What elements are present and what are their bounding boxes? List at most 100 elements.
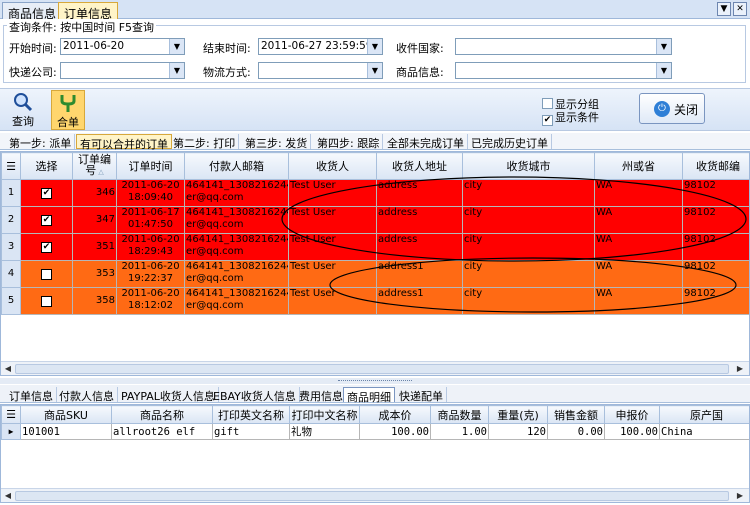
close-button[interactable]: ⏻ 关闭 xyxy=(639,93,705,124)
chevron-down-icon[interactable]: ▼ xyxy=(656,63,671,78)
grid-menu-icon[interactable]: ☰ xyxy=(6,160,16,173)
tab-paypal-recipient[interactable]: PAYPAL收货人信息 xyxy=(118,387,219,403)
table-row[interactable]: 5 358 2011-06-20 18:12:02 464141_13082162… xyxy=(1,287,749,315)
tab-step-track[interactable]: 第四步: 跟踪 xyxy=(314,134,384,150)
grid-menu-icon[interactable]: ☰ xyxy=(6,408,16,421)
end-time-picker[interactable]: 2011-06-27 23:59:59 ▼ xyxy=(258,38,383,55)
splitter-grip[interactable] xyxy=(338,380,412,382)
column-header-order-time[interactable]: 订单时间 xyxy=(116,152,185,180)
chevron-down-icon[interactable]: ▼ xyxy=(367,63,382,78)
tab-courier-match[interactable]: 快递配单 xyxy=(396,387,447,403)
column-header-print-en-name[interactable]: 打印英文名称 xyxy=(212,405,290,424)
column-header-quantity[interactable]: 商品数量 xyxy=(430,405,489,424)
city: city xyxy=(462,179,595,207)
show-condition-checkbox[interactable]: ✔ 显示条件 xyxy=(542,109,599,126)
tab-completed-history[interactable]: 已完成历史订单 xyxy=(468,134,552,150)
merge-button-label: 合单 xyxy=(57,116,79,129)
product-select[interactable]: ▼ xyxy=(455,62,672,79)
tab-step-ship[interactable]: 第三步: 发货 xyxy=(242,134,312,150)
column-header-product-name[interactable]: 商品名称 xyxy=(111,405,213,424)
order-id-header-label: 订单编号 xyxy=(78,153,111,177)
tab-step-print[interactable]: 第二步: 打印 xyxy=(170,134,240,150)
panel-splitter[interactable] xyxy=(0,378,750,384)
column-header-sku[interactable]: 商品SKU xyxy=(20,405,112,424)
table-row[interactable]: ▶ 101001 allroot26 elf gift 礼物 100.00 1.… xyxy=(1,423,749,440)
column-header-declared-price[interactable]: 申报价 xyxy=(604,405,660,424)
zip: 98102 xyxy=(682,287,749,315)
start-time-value: 2011-06-20 xyxy=(63,40,125,52)
logistics-select[interactable]: ▼ xyxy=(258,62,383,79)
tab-ebay-recipient[interactable]: EBAY收货人信息 xyxy=(210,387,300,403)
orders-horizontal-scrollbar[interactable]: ◀ ▶ xyxy=(1,361,749,375)
tab-unfinished-orders[interactable]: 全部未完成订单 xyxy=(384,134,468,150)
scroll-right-icon[interactable]: ▶ xyxy=(735,364,745,374)
chevron-down-icon[interactable]: ▼ xyxy=(169,39,184,54)
tab-order-info[interactable]: 订单信息 xyxy=(6,387,57,403)
query-conditions-legend: 查询条件: 按中国时间 F5查询 xyxy=(7,19,157,35)
column-header-recipient[interactable]: 收货人 xyxy=(288,152,377,180)
column-header-order-id[interactable]: 订单编号 △ xyxy=(72,152,117,180)
window-menu-button[interactable]: ▼ xyxy=(717,2,731,16)
items-horizontal-scrollbar[interactable]: ◀ ▶ xyxy=(1,488,749,502)
detail-tabs: 订单信息 付款人信息 PAYPAL收货人信息 EBAY收货人信息 费用信息 商品… xyxy=(0,385,750,404)
column-header-sales-amount[interactable]: 销售金额 xyxy=(547,405,605,424)
order-clock: 01:47:50 xyxy=(128,219,173,230)
scrollbar-thumb[interactable] xyxy=(15,364,729,374)
state: WA xyxy=(594,206,683,234)
select-checkbox[interactable]: ✔ xyxy=(20,233,73,261)
tab-mergeable-orders[interactable]: 有可以合并的订单 xyxy=(76,134,172,151)
tab-product-detail[interactable]: 商品明细 xyxy=(343,387,395,404)
tab-fee-info[interactable]: 费用信息 xyxy=(296,387,347,403)
email-line1: 464141_1308216244_p xyxy=(186,207,288,219)
chevron-down-icon[interactable]: ▼ xyxy=(367,39,382,54)
column-header-city[interactable]: 收货城市 xyxy=(462,152,595,180)
column-header-payer-email[interactable]: 付款人邮箱 xyxy=(184,152,289,180)
tab-payer-info[interactable]: 付款人信息 xyxy=(56,387,118,403)
column-header-select[interactable]: 选择 xyxy=(20,152,73,180)
order-time: 2011-06-20 18:29:43 xyxy=(116,233,185,261)
order-clock: 19:22:37 xyxy=(128,273,173,284)
column-header-origin-country[interactable]: 原产国 xyxy=(659,405,749,424)
query-button-label: 查询 xyxy=(12,115,34,128)
email-line1: 464141_1308216244_p xyxy=(186,180,288,192)
checkbox-unchecked-icon xyxy=(41,269,52,280)
query-button[interactable]: 查询 xyxy=(6,90,40,130)
column-header-recipient-address[interactable]: 收货人地址 xyxy=(376,152,463,180)
table-row[interactable]: 2 ✔ 347 2011-06-17 01:47:50 464141_130821… xyxy=(1,206,749,234)
column-header-state[interactable]: 州或省 xyxy=(594,152,683,180)
courier-select[interactable]: ▼ xyxy=(60,62,185,79)
checkbox-unchecked-icon xyxy=(41,296,52,307)
select-checkbox[interactable] xyxy=(20,260,73,288)
select-checkbox[interactable] xyxy=(20,287,73,315)
recipient-address: address xyxy=(376,233,463,261)
tab-step-dispatch[interactable]: 第一步: 派单 xyxy=(6,134,76,150)
column-header-print-cn-name[interactable]: 打印中文名称 xyxy=(289,405,360,424)
scrollbar-thumb[interactable] xyxy=(15,491,729,501)
merge-button[interactable]: 合单 xyxy=(51,90,85,130)
item-name: allroot26 elf xyxy=(111,423,213,440)
scroll-left-icon[interactable]: ◀ xyxy=(3,364,13,374)
chevron-down-icon[interactable]: ▼ xyxy=(169,63,184,78)
column-header-zip[interactable]: 收货邮编 xyxy=(682,152,749,180)
window-close-button[interactable]: ✕ xyxy=(733,2,747,16)
recipient-address: address1 xyxy=(376,287,463,315)
chevron-down-icon[interactable]: ▼ xyxy=(656,39,671,54)
column-header-cost[interactable]: 成本价 xyxy=(359,405,431,424)
column-header-weight[interactable]: 重量(克) xyxy=(488,405,548,424)
table-row[interactable]: 3 ✔ 351 2011-06-20 18:29:43 464141_130821… xyxy=(1,233,749,261)
start-time-picker[interactable]: 2011-06-20 ▼ xyxy=(60,38,185,55)
table-row[interactable]: 1 ✔ 346 2011-06-20 18:09:40 464141_130821… xyxy=(1,179,749,207)
end-time-value: 2011-06-27 23:59:59 xyxy=(261,40,373,52)
state: WA xyxy=(594,179,683,207)
logistics-label: 物流方式: xyxy=(203,66,251,79)
country-select[interactable]: ▼ xyxy=(455,38,672,55)
select-checkbox[interactable]: ✔ xyxy=(20,206,73,234)
tab-product-info[interactable]: 商品信息 xyxy=(2,2,63,21)
scroll-right-icon[interactable]: ▶ xyxy=(735,491,745,501)
tab-order-info[interactable]: 订单信息 xyxy=(58,2,119,21)
item-cost: 100.00 xyxy=(359,423,431,440)
select-checkbox[interactable]: ✔ xyxy=(20,179,73,207)
scroll-left-icon[interactable]: ◀ xyxy=(3,491,13,501)
table-row[interactable]: 4 353 2011-06-20 19:22:37 464141_13082162… xyxy=(1,260,749,288)
email-line2: er@qq.com xyxy=(186,246,244,257)
